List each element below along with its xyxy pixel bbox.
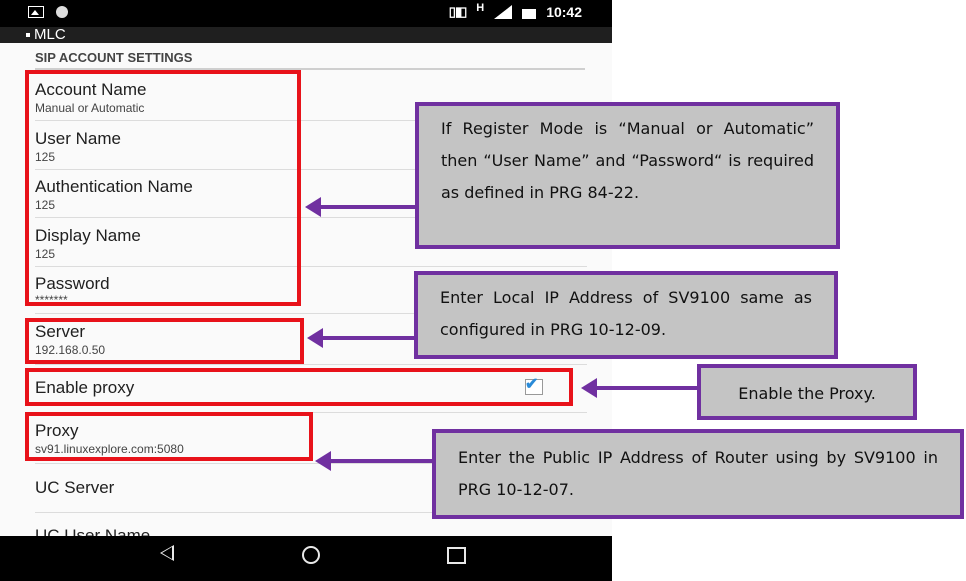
- status-bar: ▯◧ H 10:42: [0, 0, 612, 27]
- arrow-left-icon: [307, 328, 323, 348]
- setting-uc-server[interactable]: UC Server: [35, 478, 114, 498]
- arrow-left-icon: [581, 378, 597, 398]
- home-icon[interactable]: [302, 546, 320, 564]
- vibrate-icon: ▯◧: [448, 4, 467, 19]
- network-type: H: [476, 2, 485, 14]
- arrow-left-icon: [305, 197, 321, 217]
- recent-apps-icon[interactable]: [447, 547, 466, 564]
- arrow-line: [330, 459, 434, 463]
- status-time: 10:42: [546, 4, 582, 20]
- back-icon[interactable]: [160, 545, 174, 561]
- setting-label: UC Server: [35, 478, 115, 497]
- app-bar-bullet-icon: [26, 33, 30, 37]
- highlight-proxy: [25, 412, 313, 461]
- section-header: SIP ACCOUNT SETTINGS: [35, 50, 193, 65]
- callout-text: Enter the Public IP Address of Router us…: [458, 448, 938, 499]
- callout-register-mode: If Register Mode is “Manual or Automatic…: [415, 102, 840, 249]
- highlight-server: [25, 318, 304, 364]
- battery-icon: [522, 5, 537, 19]
- callout-text: If Register Mode is “Manual or Automatic…: [441, 119, 814, 202]
- callout-public-ip: Enter the Public IP Address of Router us…: [432, 429, 964, 519]
- arrow-left-icon: [315, 451, 331, 471]
- row-divider: [35, 364, 587, 365]
- arrow-line: [322, 336, 416, 340]
- arrow-line: [320, 205, 417, 209]
- callout-local-ip: Enter Local IP Address of SV9100 same as…: [414, 271, 838, 359]
- signal-icon: [494, 5, 513, 19]
- image-notification-icon: [28, 6, 44, 18]
- callout-text: Enable the Proxy.: [738, 384, 876, 403]
- arrow-line: [596, 386, 699, 390]
- callout-enable-proxy: Enable the Proxy.: [697, 364, 917, 420]
- app-notification-icon: [56, 6, 68, 18]
- app-bar: MLC: [0, 27, 612, 43]
- navigation-bar: [0, 536, 612, 581]
- app-title: MLC: [34, 26, 66, 43]
- callout-text: Enter Local IP Address of SV9100 same as…: [440, 288, 812, 339]
- highlight-enable-proxy: [25, 368, 573, 406]
- highlight-account-fields: [25, 70, 301, 306]
